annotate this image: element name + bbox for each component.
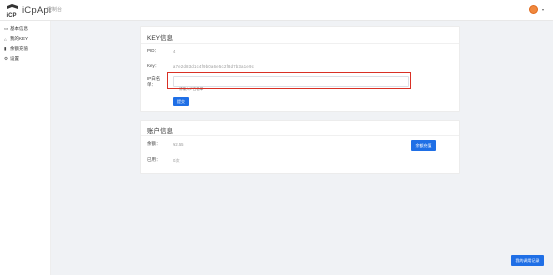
chevron-down-icon[interactable]: ▾ bbox=[542, 7, 544, 12]
account-info-card: 账户信息 余额： ¥2.55 余额充值 已用： 0次 bbox=[140, 120, 460, 174]
top-bar: iCP iCpApi 控制台 ▾ bbox=[0, 0, 553, 21]
sidebar-item-basic-info[interactable]: ▭ 基本信息 bbox=[0, 24, 50, 34]
call-records-button[interactable]: 我的调用记录 bbox=[511, 255, 544, 266]
pid-label: PID： bbox=[147, 48, 160, 53]
recharge-button[interactable]: 余额充值 bbox=[411, 140, 436, 151]
logo[interactable]: iCP iCpApi bbox=[6, 2, 51, 19]
card-title: 账户信息 bbox=[147, 128, 173, 135]
divider bbox=[141, 135, 459, 136]
sidebar-item-label: 基本信息 bbox=[10, 26, 28, 31]
key-label: Key： bbox=[147, 63, 160, 68]
card-title: KEY信息 bbox=[147, 35, 174, 42]
console-link[interactable]: 控制台 bbox=[47, 6, 62, 13]
project-label: IP白名单： bbox=[147, 76, 161, 87]
sidebar-item-recharge[interactable]: ▮ 余额充值 bbox=[0, 44, 50, 54]
svg-text:iCP: iCP bbox=[7, 13, 17, 18]
sidebar-item-label: 余额充值 bbox=[10, 46, 28, 51]
balance-value: ¥2.55 bbox=[173, 142, 184, 147]
used-label: 已用： bbox=[147, 157, 161, 162]
key-value: a7e2d83d1c4f9b0a6e5c2f8d7b3a1e9c bbox=[173, 64, 255, 69]
highlight-box bbox=[167, 72, 411, 89]
avatar[interactable] bbox=[529, 5, 538, 14]
sidebar-item-my-key[interactable]: ⌂ 我的KEY bbox=[0, 34, 50, 44]
sidebar-item-label: 我的KEY bbox=[10, 36, 29, 41]
divider bbox=[141, 43, 459, 44]
sidebar-item-settings[interactable]: ⚙ 设置 bbox=[0, 54, 50, 64]
sidebar: ▭ 基本信息 ⌂ 我的KEY ▮ 余额充值 ⚙ 设置 bbox=[0, 21, 51, 275]
key-info-card: KEY信息 PID： 4 Key： a7e2d83d1c4f9b0a6e5c2f… bbox=[140, 26, 460, 112]
sidebar-item-label: 设置 bbox=[10, 56, 19, 61]
logo-icon: iCP bbox=[6, 3, 19, 18]
submit-button[interactable]: 提交 bbox=[173, 97, 189, 106]
pid-value: 4 bbox=[173, 49, 176, 54]
used-value: 0次 bbox=[173, 158, 180, 163]
balance-label: 余额： bbox=[147, 141, 161, 146]
